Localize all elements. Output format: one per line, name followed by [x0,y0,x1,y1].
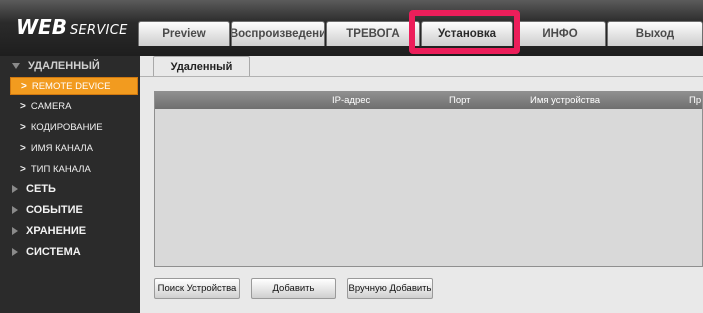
logo-service-text: SERVICE [69,23,128,38]
subtab-divider [140,76,703,77]
header-bar: WEB SERVICE Preview Воспроизведени ТРЕВОГ… [0,0,703,56]
main-panel: Удаленный IP-адрес Порт Имя устройства П… [140,56,703,313]
sidebar-item-label: CAMERA [30,100,72,112]
tab-setup-highlight [409,10,520,54]
triangle-right-icon [12,227,18,235]
sidebar-section-label: СОБЫТИЕ [26,204,83,216]
tab-playback[interactable]: Воспроизведени [231,21,325,46]
column-truncated[interactable]: Пр [689,92,701,109]
sidebar-item-encoding[interactable]: > КОДИРОВАНИЕ [10,118,138,136]
sidebar-section-system[interactable]: СИСТЕМА [12,243,152,261]
sidebar-section-storage[interactable]: ХРАНЕНИЕ [12,222,152,240]
chevron-right-icon: > [20,100,26,112]
triangle-right-icon [12,206,18,214]
table-header: IP-адрес Порт Имя устройства Пр [155,92,702,109]
sidebar-section-label: ХРАНЕНИЕ [26,225,87,237]
search-device-button[interactable]: Поиск Устройства [154,278,240,299]
sidebar-section-label: УДАЛЕННЫЙ [28,60,100,72]
sidebar-item-channel-type[interactable]: > ТИП КАНАЛА [10,160,138,178]
sidebar-item-channel-name[interactable]: > ИМЯ КАНАЛА [10,139,138,157]
manual-add-button[interactable]: Вручную Добавить [347,278,433,299]
column-port[interactable]: Порт [449,92,471,109]
chevron-right-icon: > [20,163,26,175]
tab-alarm[interactable]: ТРЕВОГА [326,21,420,46]
sidebar-item-label: ИМЯ КАНАЛА [30,142,93,154]
sidebar-item-remote-device[interactable]: > REMOTE DEVICE [10,77,138,95]
subtab-remote[interactable]: Удаленный [153,56,250,76]
sidebar-section-event[interactable]: СОБЫТИЕ [12,201,152,219]
chevron-right-icon: > [21,80,27,92]
remote-device-table: IP-адрес Порт Имя устройства Пр [154,91,703,267]
sidebar-item-label: ТИП КАНАЛА [30,163,91,175]
sidebar: УДАЛЕННЫЙ > REMOTE DEVICE > CAMERA > КОД… [0,56,140,313]
column-ip-address[interactable]: IP-адрес [332,92,370,109]
chevron-right-icon: > [20,121,26,133]
sidebar-section-label: СЕТЬ [26,183,56,195]
logo-web-text: WEB [16,15,67,39]
tab-logout[interactable]: Выход [607,21,703,46]
triangle-right-icon [12,248,18,256]
sidebar-item-camera[interactable]: > CAMERA [10,97,138,115]
sidebar-item-label: REMOTE DEVICE [31,80,111,92]
sidebar-item-label: КОДИРОВАНИЕ [30,121,103,133]
sidebar-section-network[interactable]: СЕТЬ [12,180,152,198]
column-device-name[interactable]: Имя устройства [530,92,600,109]
tab-preview[interactable]: Preview [138,21,230,46]
add-button[interactable]: Добавить [251,278,336,299]
triangle-down-icon [12,63,20,69]
chevron-right-icon: > [20,142,26,154]
triangle-right-icon [12,185,18,193]
tab-info[interactable]: ИНФО [514,21,606,46]
sidebar-section-label: СИСТЕМА [26,246,81,258]
sidebar-section-remote[interactable]: УДАЛЕННЫЙ [12,57,152,75]
web-service-logo: WEB SERVICE [16,15,128,39]
